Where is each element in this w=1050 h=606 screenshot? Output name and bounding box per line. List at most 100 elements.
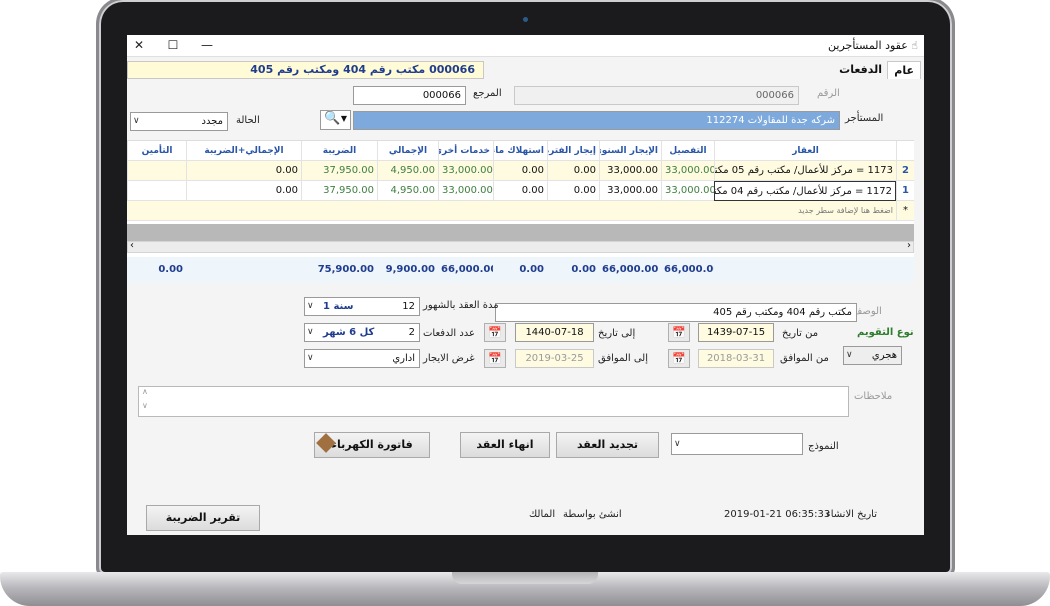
col-insurance[interactable]: التأمين: [127, 141, 186, 161]
col-other[interactable]: خدمات أخرى: [438, 141, 493, 161]
contract-banner: 000066 مكتب رقم 404 ومكتب رقم 405: [127, 61, 484, 79]
laptop-notch: [452, 572, 598, 584]
col-total[interactable]: الإجمالي: [377, 141, 438, 161]
template-select[interactable]: ∨: [671, 433, 803, 455]
electricity-bill-button[interactable]: فاتورة الكهرباء: [314, 432, 430, 458]
from-greg-field[interactable]: 2018-03-31: [698, 349, 774, 368]
cell-detail[interactable]: 33,000.00: [661, 161, 714, 181]
total-total: 9,900.00: [385, 264, 435, 275]
notes-field[interactable]: ∧ ∨: [138, 386, 849, 417]
description-field[interactable]: مكتب رقم 404 ومكتب رقم 405: [495, 303, 857, 322]
payments-field[interactable]: ∨ كل 6 شهر 2: [304, 323, 420, 342]
tenant-value: 112274 شركه جدة للمقاولات: [706, 115, 835, 126]
calendar-type-select[interactable]: ∨ هجري: [843, 346, 902, 365]
cell-water[interactable]: 0.00: [493, 161, 547, 181]
tab-general[interactable]: عام: [887, 61, 921, 79]
cell-insurance[interactable]: [127, 161, 186, 181]
chevron-left-icon[interactable]: ‹: [130, 240, 134, 251]
table-row[interactable]: 1 1172 = مركز للأعمال/ مكتب رقم 04 مكتب …: [127, 181, 914, 201]
cell-period[interactable]: 0.00: [547, 161, 599, 181]
total-water: 0.00: [519, 264, 544, 275]
chevron-right-icon[interactable]: ›: [907, 240, 911, 251]
reference-field[interactable]: 000066: [353, 86, 466, 105]
cell-total[interactable]: 4,950.00: [377, 181, 438, 201]
calendar-icon: 📅: [488, 326, 502, 339]
chevron-down-icon: ∨: [846, 350, 853, 360]
purpose-select[interactable]: ∨ اداري: [304, 349, 420, 368]
calendar-icon: 📅: [672, 352, 686, 365]
chevron-down-icon: ∨: [307, 353, 314, 363]
to-greg-field[interactable]: 2019-03-25: [515, 349, 594, 368]
template-label: النموذج: [808, 441, 839, 452]
calendar-type-value: هجري: [871, 350, 897, 361]
cell-insurance[interactable]: [127, 181, 186, 201]
grid-scrollbar[interactable]: ‹ ›: [127, 240, 914, 253]
new-row-marker: *: [896, 201, 914, 221]
total-other: 66,000.00: [441, 264, 493, 275]
window-title-text: عقود المستأجرين: [828, 39, 908, 52]
row-number: 1: [896, 181, 914, 201]
cell-water[interactable]: 0.00: [493, 181, 547, 201]
col-water[interactable]: استهلاك ماء: [493, 141, 547, 161]
chevron-down-icon: ▼: [340, 114, 347, 123]
title-bar: ✕ ☐ — عقود المستأجرين ☝: [127, 35, 924, 57]
electricity-bill-label: فاتورة الكهرباء: [331, 438, 413, 451]
chevron-down-icon: ∨: [307, 301, 314, 311]
cell-total-tax[interactable]: 0.00: [186, 181, 301, 201]
cell-other[interactable]: 33,000.00: [438, 181, 493, 201]
cell-detail[interactable]: 33,000.00: [661, 181, 714, 201]
cell-other[interactable]: 33,000.00: [438, 161, 493, 181]
grid-header-rownum: [896, 141, 914, 161]
status-select[interactable]: ∨ مجدد: [130, 112, 228, 131]
new-row[interactable]: * اضغط هنا لإضافة سطر جديد: [127, 201, 914, 221]
col-annual[interactable]: الإيجار السنوي: [599, 141, 661, 161]
tab-payments[interactable]: الدفعات: [833, 61, 888, 79]
maximize-button[interactable]: ☐: [161, 36, 185, 54]
cell-annual[interactable]: 33,000.00: [599, 161, 661, 181]
renew-contract-button[interactable]: تجديد العقد: [556, 432, 659, 458]
from-date-field[interactable]: 1439-07-15: [698, 323, 774, 342]
number-label: الرقم: [817, 88, 840, 99]
duration-field[interactable]: ∨ 1 سنة 12: [304, 297, 420, 316]
tenant-search-button[interactable]: 🔍 ▼: [320, 110, 351, 130]
tax-report-button[interactable]: تقرير الضريبة: [146, 505, 260, 531]
to-greg-picker[interactable]: 📅: [484, 349, 506, 368]
end-contract-button[interactable]: انهاء العقد: [460, 432, 550, 458]
tenant-field[interactable]: 112274 شركه جدة للمقاولات: [353, 111, 840, 130]
cell-total[interactable]: 4,950.00: [377, 161, 438, 181]
cell-tax[interactable]: 37,950.00: [301, 161, 377, 181]
chevron-down-icon: ∨: [674, 439, 681, 449]
cell-total-tax[interactable]: 0.00: [186, 161, 301, 181]
col-detail[interactable]: التفصيل: [661, 141, 714, 161]
grid-totals: 66,000.00 66,000.00 0.00 0.00 66,000.00 …: [127, 257, 914, 283]
col-total-tax[interactable]: الإجمالي+الضريبة: [186, 141, 301, 161]
created-label: تاريخ الانشاء: [826, 509, 878, 520]
payments-value: 2: [408, 327, 415, 338]
cell-tax[interactable]: 37,950.00: [301, 181, 377, 201]
to-date-field[interactable]: 1440-07-18: [515, 323, 594, 342]
window-icon: ☝: [911, 39, 918, 52]
scroll-down-icon[interactable]: ∨: [142, 401, 148, 410]
number-field[interactable]: 000066: [514, 86, 799, 105]
cell-property[interactable]: 1172 = مركز للأعمال/ مكتب رقم 04 مكتب: [714, 181, 896, 201]
calendar-icon: 📅: [488, 352, 502, 365]
notes-label: ملاحظات: [854, 391, 893, 402]
minimize-button[interactable]: —: [195, 36, 219, 54]
chevron-down-icon: ∨: [307, 327, 314, 337]
col-period[interactable]: إيجار الفترة: [547, 141, 599, 161]
camera-dot: [523, 17, 528, 22]
cell-annual[interactable]: 33,000.00: [599, 181, 661, 201]
from-date-picker[interactable]: 📅: [668, 323, 690, 342]
cell-property[interactable]: 1173 = مركز للأعمال/ مكتب رقم 05 مكتب: [714, 161, 896, 181]
col-tax[interactable]: الضريبة: [301, 141, 377, 161]
cell-period[interactable]: 0.00: [547, 181, 599, 201]
col-property[interactable]: العقار: [714, 141, 896, 161]
scroll-up-icon[interactable]: ∧: [142, 387, 148, 396]
table-row[interactable]: 2 1173 = مركز للأعمال/ مكتب رقم 05 مكتب …: [127, 161, 914, 181]
from-greg-picker[interactable]: 📅: [668, 349, 690, 368]
total-tax: 75,900.00: [317, 264, 374, 275]
close-button[interactable]: ✕: [127, 36, 151, 54]
window-title: عقود المستأجرين ☝: [828, 39, 918, 52]
to-date-picker[interactable]: 📅: [484, 323, 506, 342]
payments-label: عدد الدفعات: [423, 328, 475, 339]
